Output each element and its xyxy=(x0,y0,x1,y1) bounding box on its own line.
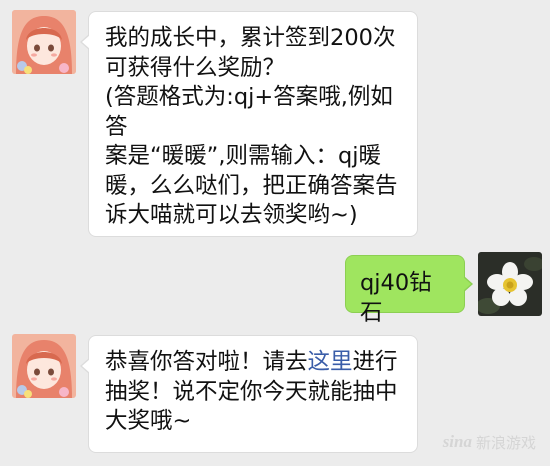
bubble-tail-fill xyxy=(82,35,90,49)
message-bubble-outgoing[interactable]: qj40钻石 xyxy=(345,255,473,326)
flower-avatar-icon xyxy=(478,252,542,316)
bubble-tail-fill xyxy=(463,277,471,291)
sina-games-watermark: sina 新浪游戏 xyxy=(443,428,536,456)
contact-avatar[interactable] xyxy=(12,334,76,398)
user-avatar[interactable] xyxy=(478,252,542,316)
anime-girl-avatar-icon xyxy=(12,334,76,398)
contact-avatar[interactable] xyxy=(12,10,76,74)
bubble-tail-fill xyxy=(82,359,90,373)
anime-girl-avatar-icon xyxy=(12,10,76,74)
message-text: 我的成长中，累计签到200次 可获得什么奖励？ (答题格式为:qj+答案哦,例如… xyxy=(105,25,398,228)
message-bubble-incoming[interactable]: 我的成长中，累计签到200次 可获得什么奖励？ (答题格式为:qj+答案哦,例如… xyxy=(80,11,418,237)
message-text: 恭喜你答对啦！请去这里进行 抽奖！说不定你今天就能抽中 大奖哦~ xyxy=(105,348,403,437)
prize-draw-link[interactable]: 这里 xyxy=(308,349,353,375)
sina-logo: sina xyxy=(442,432,472,451)
message-text: qj40钻石 xyxy=(360,270,432,326)
message-text-start: 恭喜你答对啦！请去 xyxy=(105,349,308,375)
message-bubble-incoming[interactable]: 恭喜你答对啦！请去这里进行 抽奖！说不定你今天就能抽中 大奖哦~ xyxy=(80,335,418,453)
watermark-label: 新浪游戏 xyxy=(475,433,536,452)
